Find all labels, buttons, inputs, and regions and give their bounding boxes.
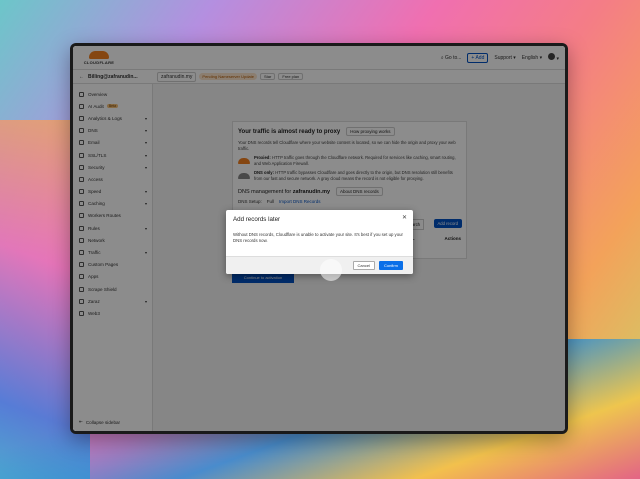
dashboard-screen: CLOUDFLARE ⌕ Go to... + Add Support ▾ En…	[73, 46, 565, 431]
dialog-title: Add records later	[233, 216, 281, 223]
add-records-later-dialog: Add records later ✕ Without DNS records,…	[226, 210, 413, 274]
confirm-button[interactable]: Confirm	[378, 261, 403, 270]
cursor-highlight	[320, 259, 342, 281]
close-icon[interactable]: ✕	[402, 214, 407, 221]
dialog-body: Without DNS records, Cloudflare is unabl…	[233, 232, 403, 243]
browser-window: CLOUDFLARE ⌕ Go to... + Add Support ▾ En…	[70, 43, 568, 434]
cancel-button[interactable]: Cancel	[352, 261, 375, 270]
